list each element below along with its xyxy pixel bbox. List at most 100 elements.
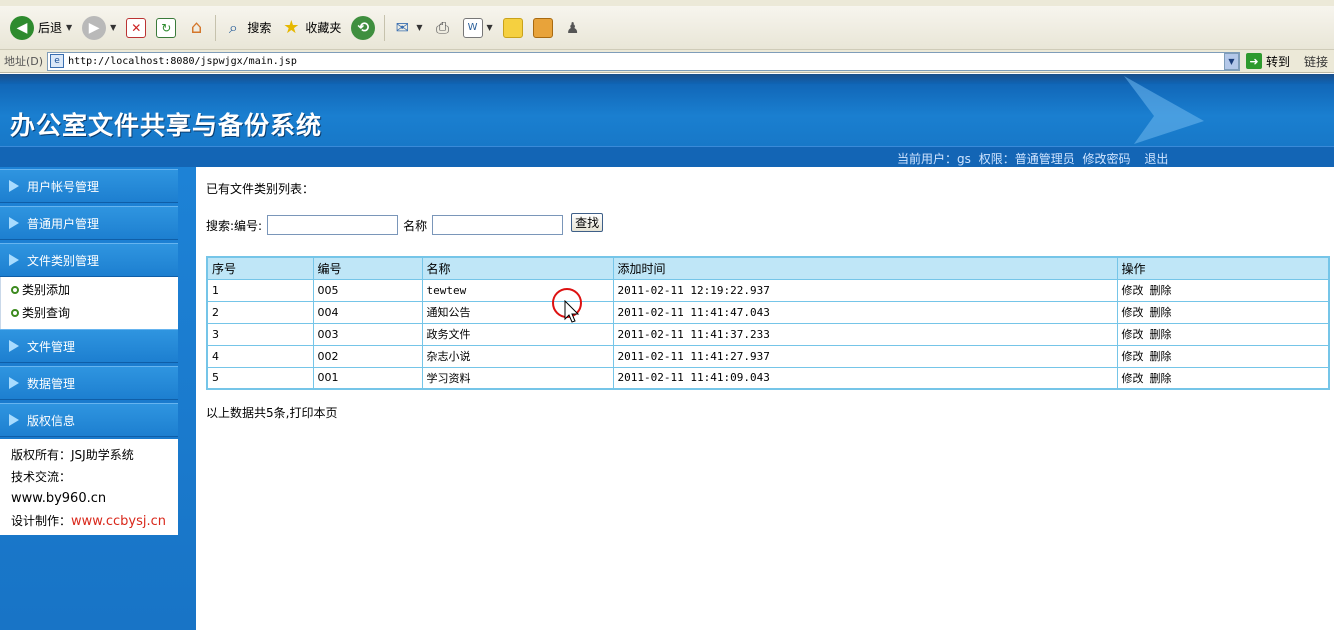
edit-link[interactable]: 修改 [1122,328,1144,341]
chevron-down-icon[interactable]: ▼ [416,23,422,32]
cell-name: tewtew [421,278,614,302]
address-input[interactable]: e http://localhost:8080/jspwjgx/main.jsp… [47,51,1240,71]
cell-index: 2 [206,300,314,324]
table-row: 5 001 学习资料 2011-02-11 11:41:09.043 修改 删除 [206,366,1330,390]
sidebar-item-normal-users[interactable]: 普通用户管理 [0,206,178,240]
cell-time: 2011-02-11 11:41:47.043 [612,300,1118,324]
favorites-button[interactable]: ★ 收藏夹 [277,12,345,44]
triangle-right-icon [9,254,19,266]
column-header-name: 名称 [421,256,614,280]
history-button[interactable]: ⟲ [347,12,379,44]
back-button[interactable]: ◀ 后退 ▼ [6,12,76,44]
edit-link[interactable]: 修改 [1122,372,1144,385]
triangle-right-icon [9,217,19,229]
table-row: 1 005 tewtew 2011-02-11 12:19:22.937 修改删… [206,278,1330,302]
summary-text: 以上数据共5条,打印本页 [206,406,338,420]
sidebar-subitem-query-category[interactable]: 类别查询 [11,304,70,321]
delete-link[interactable]: 删除 [1150,350,1172,363]
change-password-link[interactable]: 修改密码 [1083,152,1131,166]
edit-button[interactable]: W ▼ [459,12,497,44]
chevron-down-icon[interactable]: ▼ [66,23,72,32]
sidebar-subpanel: 类别添加 类别查询 [0,277,178,329]
cell-actions: 修改 删除 [1116,278,1330,302]
sidebar-item-file-management[interactable]: 文件管理 [0,329,178,363]
links-button[interactable]: 链接 [1304,53,1334,70]
address-url[interactable]: http://localhost:8080/jspwjgx/main.jsp [68,56,297,67]
table-row: 3 003 政务文件 2011-02-11 11:41:37.233 修改 删除 [206,322,1330,346]
go-arrow-icon: ➜ [1245,53,1262,69]
browser-toolbar: ◀ 后退 ▼ ▶ ▼ ✕ ↻ ⌂ ⌕ 搜索 ★ 收藏夹 ⟲ ✉ ▼ ⎙ W ▼ [0,6,1334,50]
chevron-down-icon[interactable]: ▼ [487,23,493,32]
delete-link[interactable]: 删除 [1150,284,1172,297]
list-title: 已有文件类别列表： [206,182,315,196]
permission-label: 权限：普通管理员 [978,152,1075,166]
messenger-button[interactable]: ♟ [559,12,587,44]
bullet-icon [11,308,19,317]
chevron-down-icon[interactable]: ▼ [1223,52,1239,70]
cell-code: 004 [312,300,423,324]
mail-icon: ✉ [395,18,410,37]
stop-button[interactable]: ✕ [122,12,150,44]
history-icon: ⟲ [351,15,376,40]
copyright-site: www.by960.cn [11,491,107,506]
copyright-design: 设计制作：www.ccbysj.cn [11,514,166,529]
sidebar-item-data-management[interactable]: 数据管理 [0,366,178,400]
printer-icon: ⎙ [436,17,449,37]
address-label: 地址(D) [4,55,44,68]
toolbar-divider [384,14,386,41]
go-button[interactable]: ➜ 转到 [1245,53,1290,70]
sidebar-item-file-categories[interactable]: 文件类别管理 [0,243,178,277]
sidebar-subitem-add-category[interactable]: 类别添加 [11,281,70,298]
edit-link[interactable]: 修改 [1122,306,1144,319]
category-table: 序号 编号 名称 添加时间 操作 1 005 tewtew 2011-02-11… [206,256,1330,390]
column-header-actions: 操作 [1116,256,1330,280]
copyright-owner: 版权所有：JSJ助学系统 [11,448,134,462]
delete-link[interactable]: 删除 [1150,328,1172,341]
logout-link[interactable]: 退出 [1144,152,1168,166]
delete-link[interactable]: 删除 [1150,306,1172,319]
code-search-input[interactable] [267,215,399,235]
discuss-button[interactable] [499,12,527,44]
search-form: 搜索:编号: 名称 查找 [206,212,604,235]
page-title: 办公室文件共享与备份系统 [10,111,323,140]
home-icon: ⌂ [190,17,203,38]
column-header-index: 序号 [206,256,314,280]
mail-button[interactable]: ✉ ▼ [388,12,426,44]
refresh-button[interactable]: ↻ [152,12,180,44]
cell-time: 2011-02-11 11:41:27.937 [612,344,1118,368]
refresh-icon: ↻ [156,17,177,38]
current-user: 当前用户：gs [897,152,971,166]
sidebar-item-user-accounts[interactable]: 用户帐号管理 [0,169,178,203]
search-button[interactable]: ⌕ 搜索 [219,12,275,44]
edit-link[interactable]: 修改 [1122,350,1144,363]
home-button[interactable]: ⌂ [182,12,210,44]
cell-actions: 修改 删除 [1116,344,1330,368]
print-button[interactable]: ⎙ [429,12,457,44]
cell-actions: 修改 删除 [1116,322,1330,346]
research-button[interactable] [529,12,557,44]
design-site-link[interactable]: www.ccbysj.cn [71,514,166,529]
star-icon: ★ [283,17,300,38]
cell-code: 005 [312,278,423,302]
sidebar-item-copyright[interactable]: 版权信息 [0,403,178,437]
find-button[interactable]: 查找 [571,212,604,232]
edit-link[interactable]: 修改 [1122,284,1144,297]
cell-name: 政务文件 [421,322,614,346]
name-search-input[interactable] [432,215,564,235]
search-icon: ⌕ [228,17,238,37]
cell-actions: 修改 删除 [1116,300,1330,324]
cell-index: 5 [206,366,314,390]
cell-name: 学习资料 [421,366,614,390]
forward-button[interactable]: ▶ ▼ [78,12,120,44]
forward-arrow-icon: ▶ [82,15,107,40]
cell-time: 2011-02-11 11:41:37.233 [612,322,1118,346]
delete-link[interactable]: 删除 [1150,372,1172,385]
user-info: 当前用户：gs 权限：普通管理员 修改密码 退出 [897,150,1172,167]
toolbar-divider [215,14,217,41]
mouse-pointer-icon [564,300,580,323]
bullet-icon [11,285,19,294]
copyright-exchange: 技术交流： [11,470,72,484]
table-row: 4 002 杂志小说 2011-02-11 11:41:27.937 修改 删除 [206,344,1330,368]
cell-index: 4 [206,344,314,368]
chevron-down-icon[interactable]: ▼ [110,23,116,32]
